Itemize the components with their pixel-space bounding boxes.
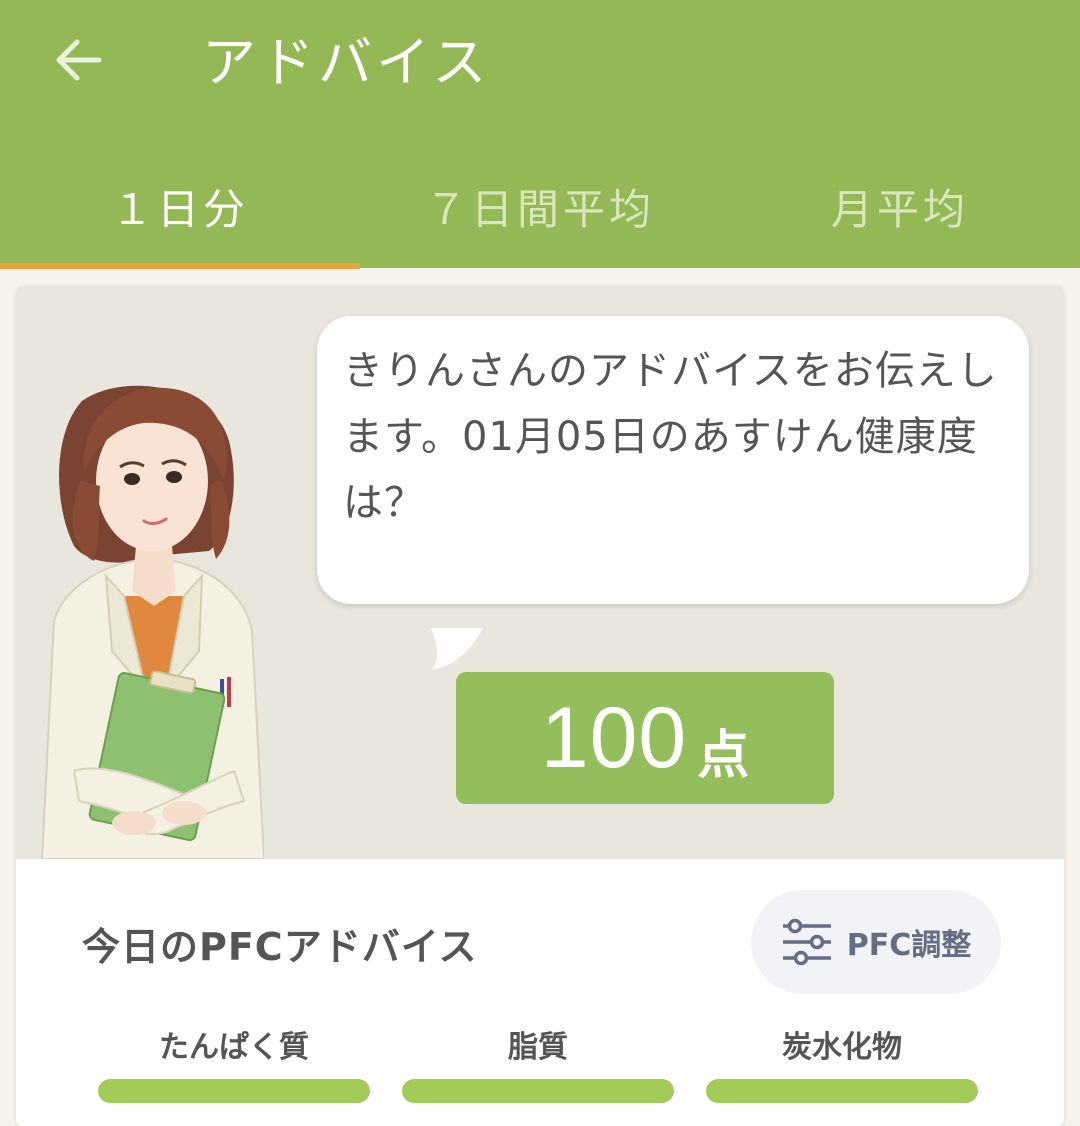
nutrient-carbohydrate: 炭水化物 [706,1022,978,1103]
pfc-section-title: 今日のPFCアドバイス [82,925,478,969]
pfc-nutrient-list: たんぱく質 脂質 炭水化物 [98,1022,982,1103]
nutrient-progress-bar [98,1079,370,1103]
back-arrow-icon [56,39,102,81]
sliders-icon [782,918,831,966]
nutrient-label: 炭水化物 [782,1030,902,1065]
pfc-adjust-button[interactable]: PFC調整 [751,890,1001,994]
nutrient-progress-fill [706,1079,978,1103]
speech-bubble-tail [431,628,483,670]
pfc-adjust-label: PFC調整 [846,928,972,963]
nutrient-progress-bar [706,1079,978,1103]
speech-bubble: きりんさんのアドバイスをお伝えします。01月05日のあすけん健康度は？ [317,316,1029,670]
advice-message: きりんさんのアドバイスをお伝えします。01月05日のあすけん健康度は？ [343,348,998,526]
health-score-badge: 100 点 [456,672,834,804]
nutrient-progress-fill [98,1079,370,1103]
app-bar: アドバイス １日分 ７日間平均 月平均 [0,0,1080,269]
tab-daily[interactable]: １日分 [0,150,360,268]
page-title: アドバイス [202,31,491,94]
nutrient-fat: 脂質 [402,1022,674,1103]
tab-7day-average[interactable]: ７日間平均 [360,150,720,268]
back-button[interactable] [48,30,108,90]
advice-card: きりんさんのアドバイスをお伝えします。01月05日のあすけん健康度は？ 100 … [16,286,1064,1126]
advice-hero: きりんさんのアドバイスをお伝えします。01月05日のあすけん健康度は？ 100 … [16,286,1064,859]
health-score-unit: 点 [697,725,750,786]
health-score-value: 100 [540,689,688,786]
nutrient-label: たんぱく質 [159,1030,309,1065]
nutrient-progress-bar [402,1079,674,1103]
nutrient-protein: たんぱく質 [98,1022,370,1103]
tab-monthly-average[interactable]: 月平均 [720,150,1080,268]
tab-bar: １日分 ７日間平均 月平均 [0,150,1080,268]
nutrient-progress-fill [402,1079,674,1103]
nutrient-label: 脂質 [508,1030,568,1065]
tab-indicator [0,263,360,269]
dietitian-illustration [40,385,264,859]
